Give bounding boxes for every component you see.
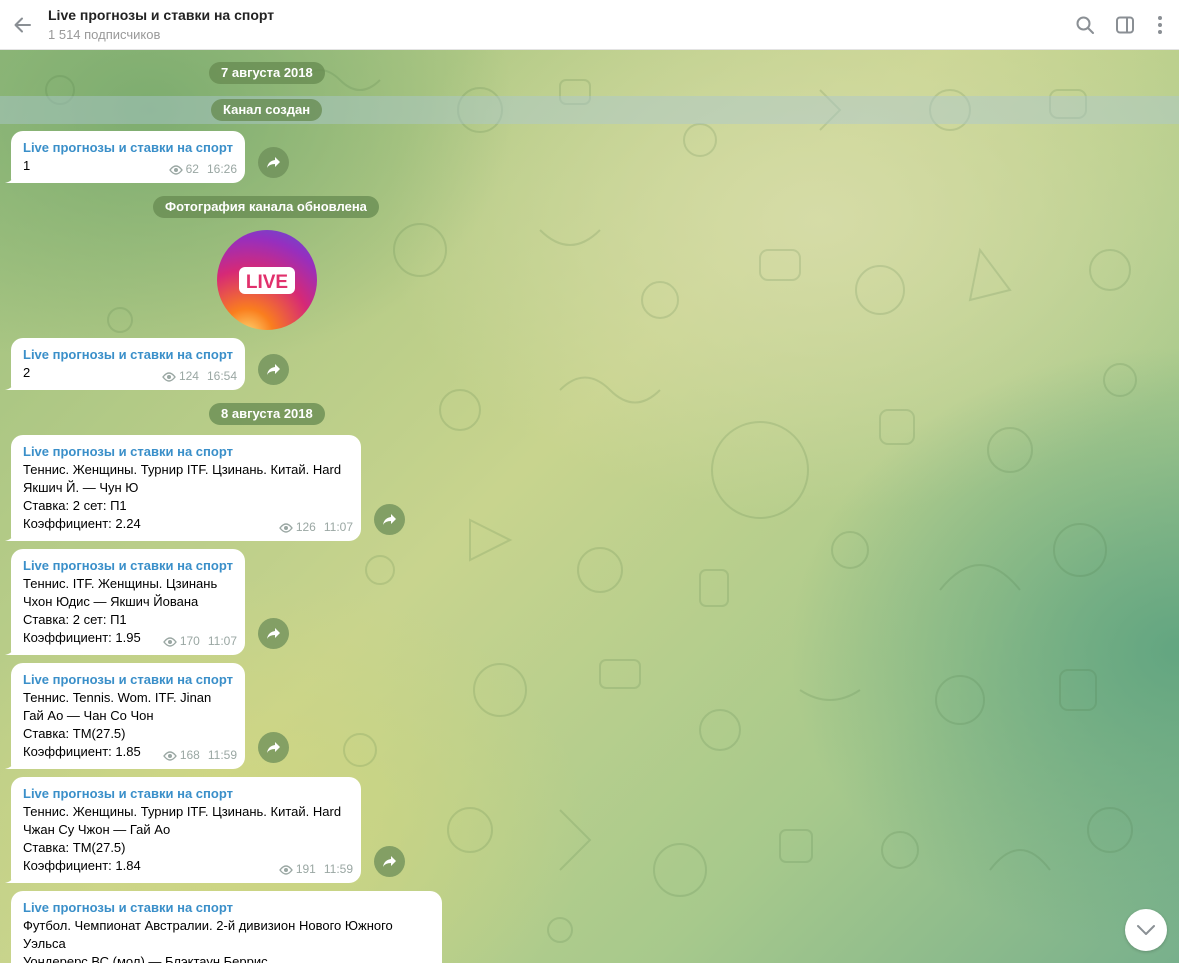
message-time: 11:07 [207, 634, 237, 648]
message-author[interactable]: Live прогнозы и ставки на спорт [23, 346, 233, 364]
view-count: 124 [178, 369, 199, 383]
message-text-line: Ставка: ТМ(27.5) [23, 840, 126, 855]
message-bubble[interactable]: Live прогнозы и ставки на спорт 1 62 16:2… [5, 131, 245, 183]
share-arrow-icon [267, 157, 280, 168]
chevron-down-icon [1137, 925, 1155, 935]
message-author[interactable]: Live прогнозы и ставки на спорт [23, 557, 233, 575]
bubble-tail [5, 873, 15, 883]
view-count: 168 [179, 748, 200, 762]
view-count: 170 [179, 634, 200, 648]
message-text-line: Теннис. Женщины. Турнир ITF. Цзинань. Ки… [23, 804, 342, 819]
message-author[interactable]: Live прогнозы и ставки на спорт [23, 443, 349, 461]
message-author[interactable]: Live прогнозы и ставки на спорт [23, 671, 233, 689]
bubble-tail [5, 531, 15, 541]
share-button[interactable] [258, 147, 289, 178]
bubble-tail [5, 173, 15, 183]
search-button[interactable] [1073, 13, 1097, 37]
date-separator: 8 августа 2018 [209, 403, 325, 425]
date-separator: 7 августа 2018 [209, 62, 325, 84]
service-photo-updated: Фотография канала обновлена [153, 196, 379, 218]
message-meta: 168 11:59 [162, 746, 237, 764]
service-channel-created: Канал создан [211, 99, 323, 121]
message-meta: 124 16:54 [162, 367, 237, 385]
view-count: 126 [295, 520, 316, 534]
sidebar-toggle-button[interactable] [1113, 13, 1137, 37]
eye-icon [278, 865, 293, 875]
message-author[interactable]: Live прогнозы и ставки на спорт [23, 899, 430, 917]
eye-icon [278, 523, 293, 533]
live-badge-text: LIVE [246, 272, 288, 293]
message-text-line: Теннис. Женщины. Турнир ITF. Цзинань. Ки… [23, 462, 342, 477]
share-button[interactable] [258, 354, 289, 385]
message-author[interactable]: Live прогнозы и ставки на спорт [23, 785, 349, 803]
scroll-to-bottom-button[interactable] [1125, 909, 1167, 951]
arrow-left-icon [14, 17, 31, 33]
message-text-line: Ставка: 2 сет: П1 [23, 612, 127, 627]
message-time: 16:54 [206, 369, 237, 383]
chat-header: Live прогнозы и ставки на спорт 1 514 по… [0, 0, 1179, 50]
message-bubble[interactable]: Live прогнозы и ставки на спорт Теннис. … [5, 663, 245, 769]
message-text-line: Уондерерс ВС (мол) — Блэктаун Беррис [23, 954, 268, 963]
eye-icon [162, 751, 177, 761]
message-text-line: Уэльса [23, 936, 66, 951]
message-author[interactable]: Live прогнозы и ставки на спорт [23, 139, 233, 157]
subscriber-count: 1 514 подписчиков [48, 27, 161, 42]
live-logo-image: LIVE [217, 230, 317, 330]
message-bubble[interactable]: Live прогнозы и ставки на спорт Футбол. … [11, 891, 442, 963]
message-meta: 170 11:07 [162, 632, 237, 650]
share-arrow-icon [267, 742, 280, 753]
message-bubble[interactable]: Live прогнозы и ставки на спорт Теннис. … [5, 549, 245, 655]
message-time: 11:07 [323, 520, 353, 534]
view-count: 191 [295, 862, 316, 876]
bubble-tail [5, 380, 15, 390]
message-bubble[interactable]: Live прогнозы и ставки на спорт Теннис. … [5, 435, 361, 541]
chat-area[interactable]: 7 августа 2018 Канал создан Live прогноз… [0, 50, 1179, 963]
share-button[interactable] [374, 504, 405, 535]
message-text-line: Ставка: 2 сет: П1 [23, 498, 127, 513]
message-meta: 126 11:07 [278, 518, 353, 536]
message-text-line: Якшич Й. — Чун Ю [23, 480, 139, 495]
message-time: 16:26 [206, 162, 237, 176]
eye-icon [162, 372, 176, 382]
share-arrow-icon [267, 628, 280, 639]
share-arrow-icon [267, 364, 280, 375]
message-text-line: Футбол. Чемпионат Австралии. 2-й дивизио… [23, 918, 393, 933]
message-text-line: Гай Ао — Чан Со Чон [23, 708, 154, 723]
search-icon [1076, 16, 1094, 34]
sidebar-panel-icon [1116, 16, 1134, 34]
message-text-line: Чжан Су Чжон — Гай Ао [23, 822, 171, 837]
message-text-line: Теннис. ITF. Женщины. Цзинань [23, 576, 218, 591]
more-vertical-icon [1158, 16, 1162, 34]
view-count: 62 [185, 162, 199, 176]
bubble-tail [5, 759, 15, 769]
more-menu-button[interactable] [1148, 13, 1172, 37]
channel-photo[interactable]: LIVE [217, 230, 317, 330]
message-bubble[interactable]: Live прогнозы и ставки на спорт Теннис. … [5, 777, 361, 883]
bubble-tail [5, 645, 15, 655]
message-time: 11:59 [323, 862, 353, 876]
share-button[interactable] [258, 618, 289, 649]
message-meta: 62 16:26 [168, 160, 237, 178]
message-time: 11:59 [207, 748, 237, 762]
channel-title[interactable]: Live прогнозы и ставки на спорт [48, 7, 274, 23]
eye-icon [162, 637, 177, 647]
back-button[interactable] [10, 12, 36, 38]
message-meta: 191 11:59 [278, 860, 353, 878]
share-arrow-icon [383, 856, 396, 867]
share-button[interactable] [374, 846, 405, 877]
eye-icon [168, 165, 183, 175]
share-arrow-icon [383, 514, 396, 525]
highlight-band [0, 96, 1179, 124]
message-text-line: Чхон Юдис — Якшич Йована [23, 594, 199, 609]
message-text-line: Ставка: ТМ(27.5) [23, 726, 126, 741]
message-bubble[interactable]: Live прогнозы и ставки на спорт 2 124 16:… [5, 338, 245, 390]
message-text-line: Теннис. Tennis. Wom. ITF. Jinan [23, 690, 212, 705]
share-button[interactable] [258, 732, 289, 763]
